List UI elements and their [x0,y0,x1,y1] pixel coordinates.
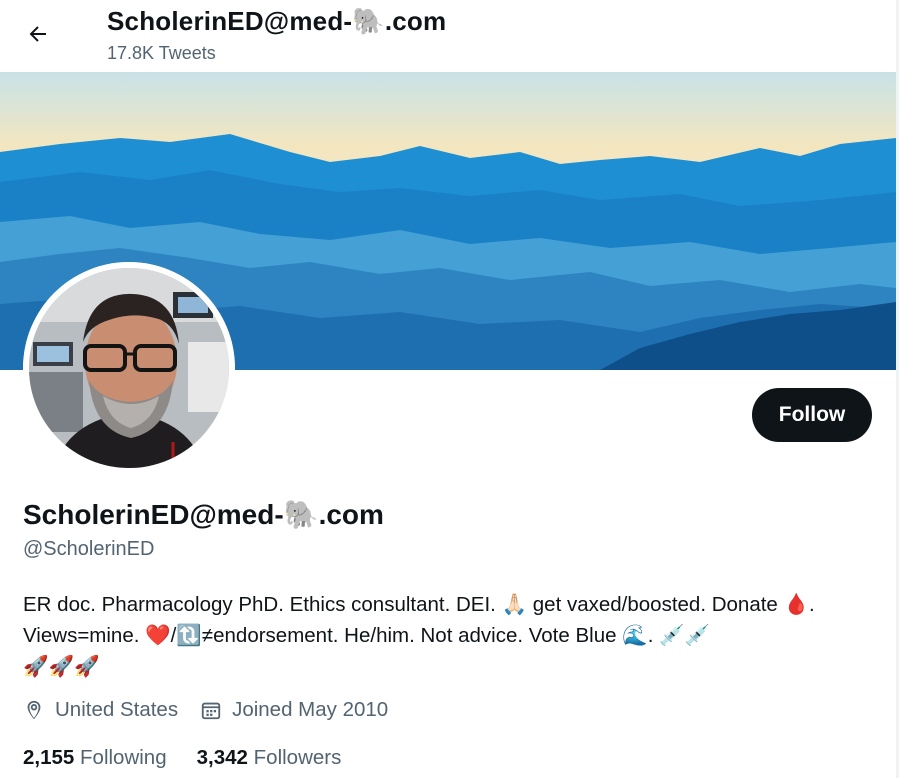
profile-display-name: ScholerinED@med-🐘.com [23,498,384,531]
calendar-icon [201,702,221,720]
profile-avatar[interactable] [23,262,235,474]
retweet-emoji: 🔃 [176,623,202,647]
profile-header: ScholerinED@med-🐘.com 17.8K Tweets [0,0,896,72]
location-text: United States [55,698,179,721]
header-display-name: ScholerinED@med-🐘.com [107,6,447,37]
syringe-emoji: 💉💉 [659,623,711,647]
arrow-left-icon [29,26,46,42]
location-pin-icon [27,700,41,720]
profile-handle: @ScholerinED [23,538,155,560]
joined-item: Joined May 2010 [200,698,388,722]
wave-emoji: 🌊 [622,623,648,647]
following-label: Following [80,746,167,769]
follow-button[interactable]: Follow [752,388,872,442]
back-button[interactable] [18,14,58,54]
tweet-count: 17.8K Tweets [107,43,216,63]
elephant-emoji: 🐘 [283,498,319,531]
followers-label: Followers [253,746,342,769]
avatar-photo [23,262,235,474]
joined-text: Joined May 2010 [232,698,389,721]
elephant-emoji: 🐘 [352,7,385,37]
drop-of-blood-emoji: 🩸 [783,592,810,616]
profile-bio: ER doc. Pharmacology PhD. Ethics consult… [23,592,815,678]
pray-emoji: 🙏🏻 [501,592,528,616]
rocket-emoji: 🚀🚀🚀 [23,654,100,678]
heart-emoji: ❤️ [145,623,171,647]
followers-count: 3,342 [196,746,248,769]
location-item: United States [23,698,178,722]
follow-stats: 2,155 Following 3,342 Followers [23,746,371,770]
followers-link[interactable]: 3,342 Followers [197,746,342,770]
following-link[interactable]: 2,155 Following [23,746,167,770]
following-count: 2,155 [23,746,75,769]
profile-meta: United States Joined May 2010 [23,698,410,722]
